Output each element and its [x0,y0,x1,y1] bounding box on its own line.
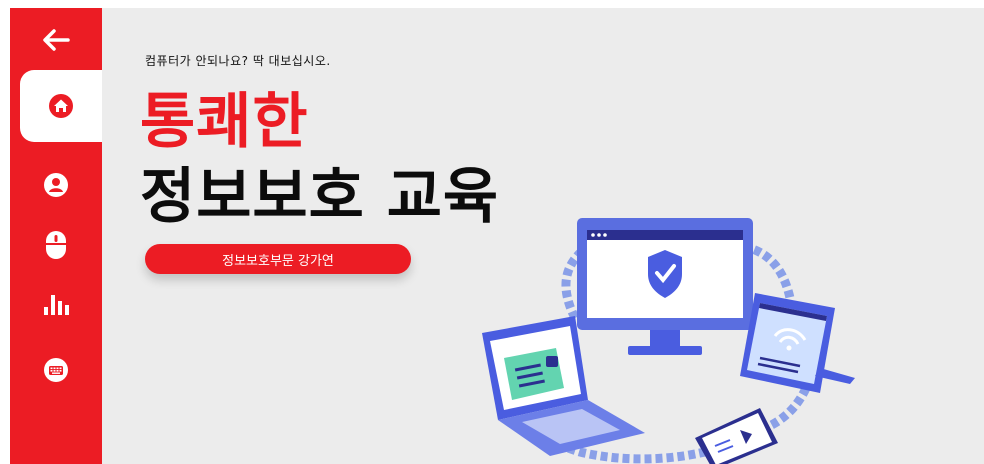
arrow-left-icon [43,29,70,51]
sidebar-item-stats[interactable] [10,273,102,333]
sidebar-item-user[interactable] [10,155,102,215]
devices-illustration [482,218,855,464]
user-icon [44,173,68,197]
keyboard-icon [44,358,68,382]
sidebar-item-keyboard[interactable] [10,340,102,400]
sidebar-item-home[interactable] [20,70,102,142]
slide-title-line1: 통쾌한 [140,87,309,157]
monitor-illustration [577,218,753,355]
phone-illustration [695,408,778,464]
slide: 컴퓨터가 안되나요? 딱 대보십시오. 통쾌한 정보보호 교육 정보보호부문 강… [10,8,984,464]
back-button[interactable] [10,10,102,70]
tablet-illustration [740,293,855,393]
bar-chart-icon [44,295,69,315]
home-icon [49,94,73,118]
presenter-badge: 정보보호부문 강가연 [145,244,411,274]
laptop-illustration [482,316,645,456]
sidebar [10,8,102,464]
slide-title-line2: 정보보호 교육 [140,162,500,232]
sidebar-item-mouse[interactable] [10,215,102,275]
slide-subtitle: 컴퓨터가 안되나요? 딱 대보십시오. [145,54,331,68]
mouse-icon [46,231,66,259]
